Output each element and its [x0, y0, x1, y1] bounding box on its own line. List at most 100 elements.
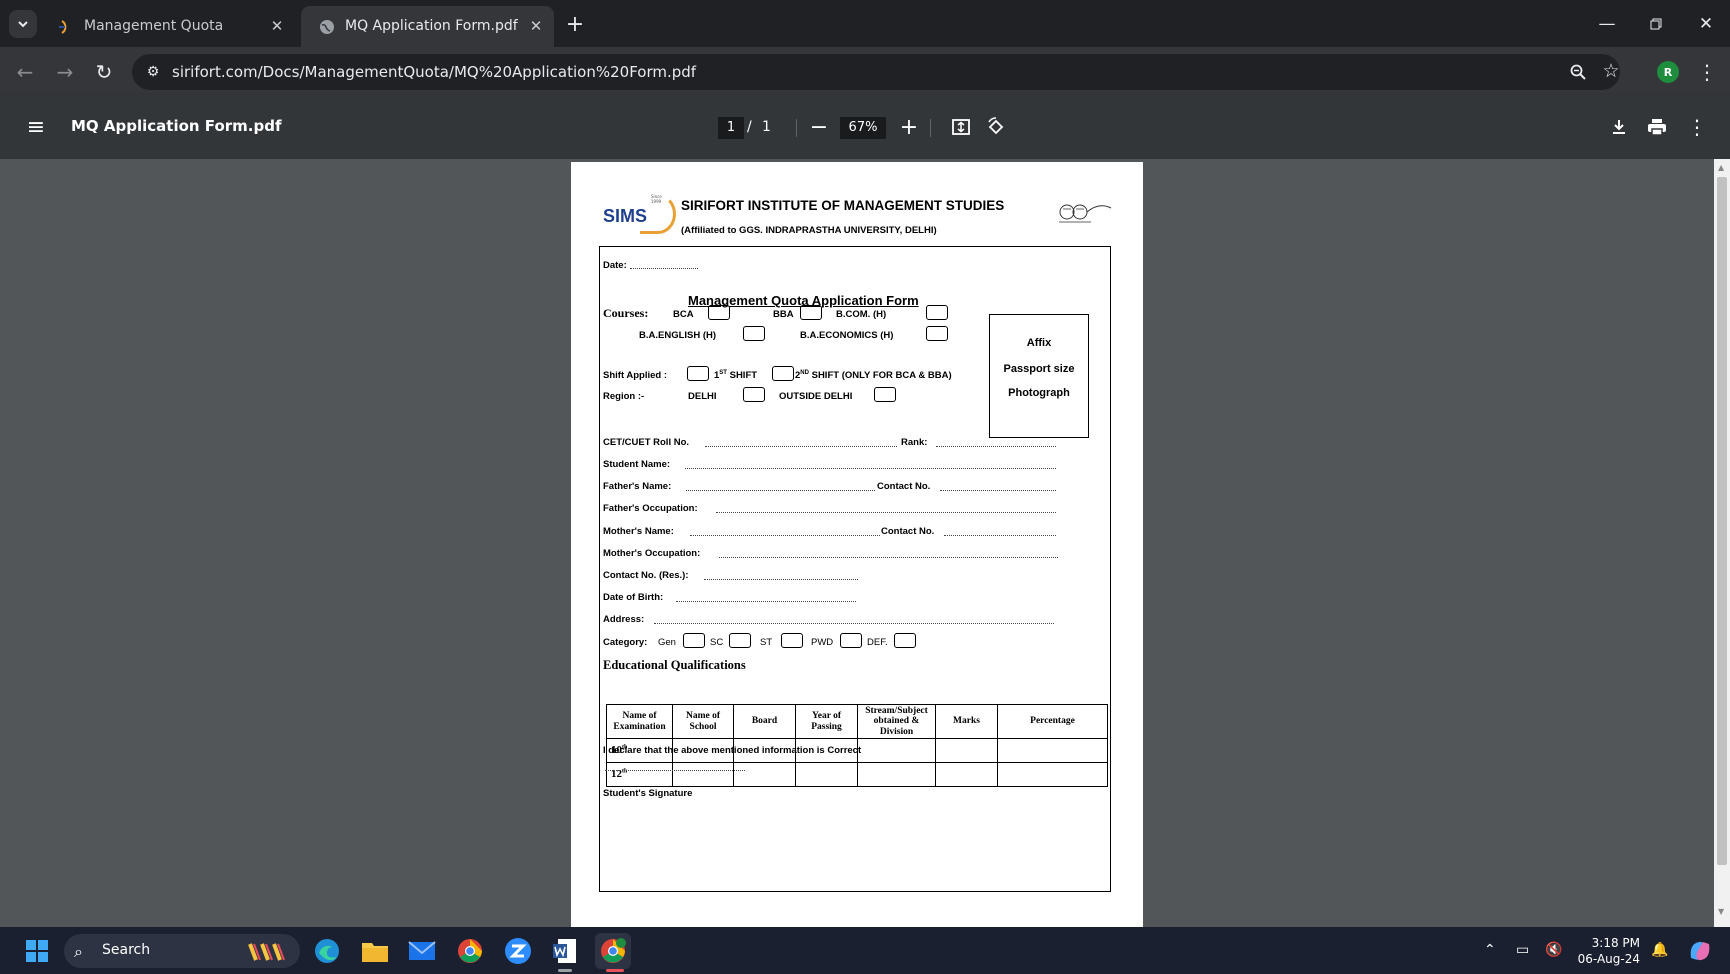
category-gen-checkbox[interactable] — [683, 633, 705, 648]
page-separator: / — [747, 119, 752, 135]
student-name-line — [685, 468, 1056, 469]
back-button[interactable]: ← — [12, 59, 38, 85]
course-bba-label: BBA — [773, 309, 794, 320]
profile-avatar[interactable]: R — [1657, 61, 1679, 83]
browser-menu-icon[interactable]: ⋮ — [1697, 59, 1717, 85]
show-hidden-icons-button[interactable]: ⌃ — [1484, 942, 1496, 958]
copilot-icon[interactable] — [1682, 933, 1718, 969]
zoom-in-button[interactable]: + — [896, 113, 922, 141]
course-bcom-checkbox[interactable] — [926, 305, 948, 320]
file-explorer-app-icon[interactable] — [357, 933, 393, 969]
date-line — [630, 268, 698, 269]
page-number-input[interactable]: 1 — [718, 117, 744, 139]
table-cell[interactable] — [997, 762, 1108, 787]
tab-mq-application-form[interactable]: MQ Application Form.pdf ✕ — [301, 6, 554, 47]
chrome-profile-app-icon[interactable] — [595, 933, 631, 969]
category-pwd-checkbox[interactable] — [840, 633, 862, 648]
forward-button[interactable]: → — [52, 59, 78, 85]
zoom-icon[interactable] — [1567, 61, 1589, 83]
pdf-toolbar: ≡ MQ Application Form.pdf 1 / 1 − 67% + … — [0, 95, 1730, 159]
url-text[interactable]: sirifort.com/Docs/ManagementQuota/MQ%20A… — [172, 63, 696, 81]
course-baeng-label: B.A.ENGLISH (H) — [639, 330, 717, 341]
notification-icon[interactable]: 🔔 — [1651, 942, 1668, 958]
region-outside-checkbox[interactable] — [874, 387, 896, 402]
divider — [796, 119, 797, 137]
g20-emblem-icon — [1059, 204, 1112, 223]
course-baeng-checkbox[interactable] — [743, 326, 765, 341]
contact-res-label: Contact No. (Res.): — [603, 570, 689, 581]
rank-line — [936, 446, 1056, 447]
close-window-button[interactable]: ✕ — [1691, 11, 1721, 37]
app-running-indicator — [558, 969, 572, 972]
site-info-icon[interactable]: ⚙ — [143, 62, 163, 82]
region-delhi-checkbox[interactable] — [743, 387, 765, 402]
volume-muted-icon[interactable]: 🔇 — [1545, 942, 1562, 958]
course-baeco-checkbox[interactable] — [926, 326, 948, 341]
logo-since: Since 1999 — [651, 194, 662, 204]
pdf-more-options-icon[interactable]: ⋮ — [1684, 114, 1710, 140]
scroll-down-icon[interactable]: ▼ — [1718, 907, 1724, 916]
bookmark-star-icon[interactable]: ☆ — [1600, 60, 1622, 82]
category-def-checkbox[interactable] — [894, 633, 916, 648]
father-occupation-label: Father's Occupation: — [603, 503, 698, 514]
zoom-level-input[interactable]: 67% — [840, 117, 886, 139]
zoom-out-button[interactable]: − — [806, 113, 832, 141]
scroll-up-icon[interactable]: ▲ — [1718, 163, 1724, 172]
shift-2-checkbox[interactable] — [772, 366, 794, 381]
fit-to-page-button[interactable] — [948, 114, 974, 140]
close-tab-icon[interactable]: ✕ — [267, 16, 287, 36]
hamburger-menu-icon[interactable]: ≡ — [24, 115, 48, 140]
close-tab-icon[interactable]: ✕ — [526, 16, 546, 36]
windows-logo-icon — [26, 940, 48, 962]
shift-1-checkbox[interactable] — [687, 366, 709, 381]
mother-name-line — [690, 535, 880, 536]
clock-time: 3:18 PM — [1591, 936, 1640, 950]
father-contact-line — [940, 490, 1056, 491]
search-highlight-icon — [248, 943, 285, 961]
address-bar[interactable]: ⚙ sirifort.com/Docs/ManagementQuota/MQ%2… — [132, 54, 1620, 90]
table-cell[interactable] — [935, 738, 998, 763]
download-button[interactable] — [1606, 114, 1632, 140]
minimize-button[interactable]: — — [1592, 11, 1622, 37]
zoom-app-icon[interactable] — [500, 933, 536, 969]
declaration-text: I declare that the above mentioned infor… — [603, 745, 862, 756]
tab-search-button[interactable] — [9, 10, 37, 38]
roll-label: CET/CUET Roll No. — [603, 437, 690, 448]
display-icon[interactable]: ▭ — [1516, 942, 1529, 958]
scrollbar-thumb[interactable] — [1717, 177, 1727, 865]
browser-window: Management Quota ✕ MQ Application Form.p… — [0, 0, 1730, 927]
category-sc-checkbox[interactable] — [729, 633, 751, 648]
vertical-scrollbar[interactable]: ▲ ▼ — [1714, 159, 1730, 927]
new-tab-button[interactable]: + — [563, 12, 587, 37]
restore-button[interactable] — [1641, 11, 1671, 37]
edge-app-icon[interactable] — [309, 933, 345, 969]
table-cell[interactable] — [857, 762, 936, 787]
page-total: 1 — [762, 119, 771, 135]
table-cell[interactable] — [795, 762, 858, 787]
course-bca-label: BCA — [673, 309, 694, 320]
course-bca-checkbox[interactable] — [708, 305, 730, 320]
photo-line-1: Affix — [1026, 337, 1052, 349]
category-st-checkbox[interactable] — [781, 633, 803, 648]
mother-contact-label: Contact No. — [881, 526, 935, 537]
chrome-app-icon[interactable] — [452, 933, 488, 969]
system-clock[interactable]: 3:18 PM 06-Aug-24 — [1576, 935, 1640, 967]
reload-button[interactable]: ↻ — [91, 59, 117, 85]
taskbar-search-box[interactable]: ⌕ Search — [64, 934, 300, 968]
roll-line — [705, 446, 897, 447]
word-app-icon[interactable] — [547, 933, 583, 969]
table-cell[interactable] — [672, 762, 734, 787]
rotate-button[interactable] — [983, 114, 1009, 140]
tab-title: Management Quota — [84, 18, 224, 34]
table-cell[interactable] — [997, 738, 1108, 763]
print-button[interactable] — [1644, 114, 1670, 140]
divider — [930, 119, 931, 137]
table-cell[interactable] — [733, 762, 796, 787]
table-cell[interactable] — [935, 762, 998, 787]
site-favicon-icon — [59, 20, 67, 34]
start-button[interactable] — [19, 933, 55, 969]
table-cell[interactable] — [857, 738, 936, 763]
mail-app-icon[interactable] — [404, 933, 440, 969]
tab-management-quota[interactable]: Management Quota ✕ — [40, 6, 295, 47]
course-bba-checkbox[interactable] — [800, 305, 822, 320]
